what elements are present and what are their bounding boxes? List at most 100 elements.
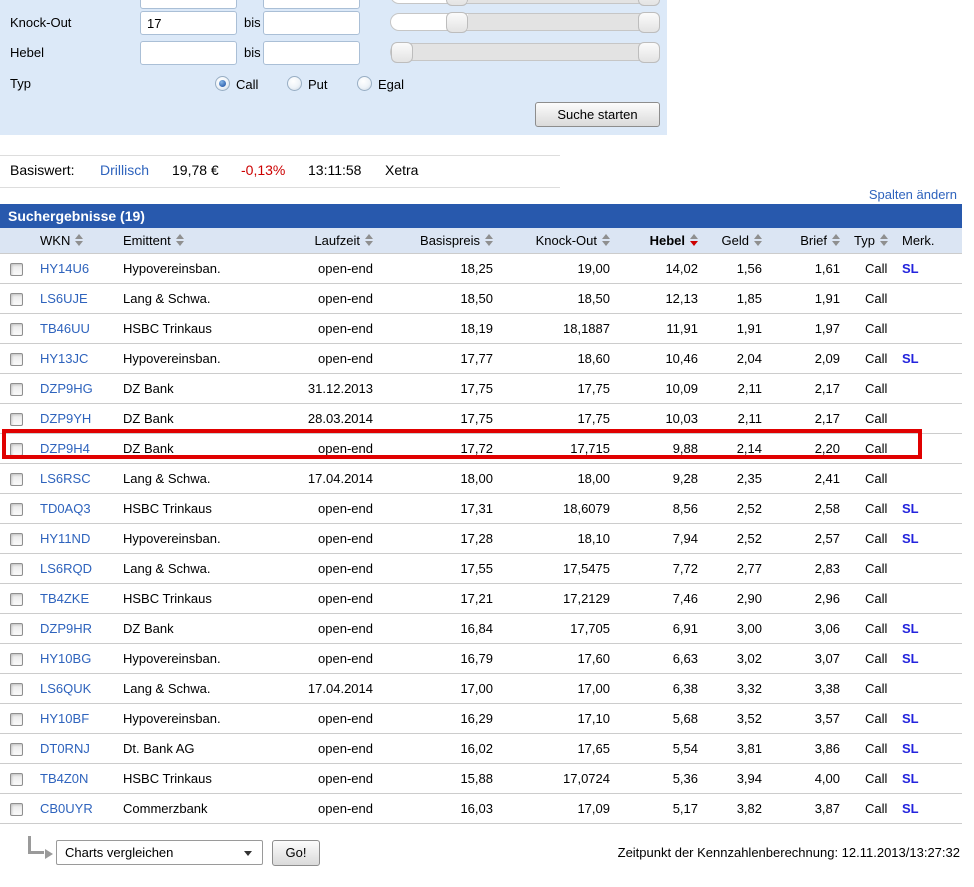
cell-geld: 3,82	[700, 793, 764, 823]
cell-wkn: TB46UU	[32, 313, 115, 343]
basiswert-link[interactable]: Drillisch	[100, 162, 149, 178]
cell-emittent: HSBC Trinkaus	[115, 493, 290, 523]
column-header-brief[interactable]: Brief	[764, 228, 842, 253]
wkn-link[interactable]: DZP9YH	[40, 411, 91, 426]
column-header-basispreis[interactable]: Basispreis	[375, 228, 495, 253]
spalten-aendern-link[interactable]: Spalten ändern	[869, 187, 957, 202]
column-header-emittent[interactable]: Emittent	[115, 228, 290, 253]
knockout-from-input[interactable]	[140, 11, 237, 35]
cell-laufzeit: open-end	[290, 283, 375, 313]
cutoff-input-from[interactable]	[140, 0, 237, 9]
row-checkbox[interactable]	[10, 263, 23, 276]
knockout-to-input[interactable]	[263, 11, 360, 35]
wkn-link[interactable]: TB4Z0N	[40, 771, 88, 786]
row-checkbox[interactable]	[10, 323, 23, 336]
cell-basispreis: 17,55	[375, 553, 495, 583]
row-checkbox[interactable]	[10, 503, 23, 516]
cell-hebel: 7,46	[612, 583, 700, 613]
slider-handle-left[interactable]	[391, 42, 413, 63]
cell-emittent: Hypovereinsban.	[115, 703, 290, 733]
cell-typ: Call	[842, 643, 898, 673]
wkn-link[interactable]: HY14U6	[40, 261, 89, 276]
row-checkbox[interactable]	[10, 293, 23, 306]
row-checkbox[interactable]	[10, 473, 23, 486]
row-checkbox[interactable]	[10, 653, 23, 666]
column-header-label: Merk.	[902, 233, 935, 248]
column-header-wkn[interactable]: WKN	[32, 228, 115, 253]
cell-brief: 2,20	[764, 433, 842, 463]
column-header-hebel[interactable]: Hebel	[612, 228, 700, 253]
cell-wkn: TD0AQ3	[32, 493, 115, 523]
wkn-link[interactable]: LS6UJE	[40, 291, 88, 306]
wkn-link[interactable]: DT0RNJ	[40, 741, 90, 756]
cell-merk	[898, 283, 962, 313]
typ-radio-egal[interactable]	[357, 76, 372, 91]
hebel-from-input[interactable]	[140, 41, 237, 65]
wkn-link[interactable]: DZP9HR	[40, 621, 92, 636]
cutoff-input-to[interactable]	[263, 0, 360, 9]
wkn-link[interactable]: TB4ZKE	[40, 591, 89, 606]
row-checkbox[interactable]	[10, 773, 23, 786]
column-header-typ[interactable]: Typ	[842, 228, 898, 253]
wkn-link[interactable]: TB46UU	[40, 321, 90, 336]
cell-check	[0, 733, 32, 763]
suche-starten-button[interactable]: Suche starten	[535, 102, 660, 127]
basiswert-time: 13:11:58	[308, 162, 361, 178]
slider-handle-right[interactable]	[638, 12, 660, 33]
cell-geld: 1,56	[700, 253, 764, 283]
wkn-link[interactable]: DZP9H4	[40, 441, 90, 456]
row-checkbox[interactable]	[10, 533, 23, 546]
row-checkbox[interactable]	[10, 413, 23, 426]
column-header-knockout[interactable]: Knock-Out	[495, 228, 612, 253]
row-checkbox[interactable]	[10, 353, 23, 366]
row-checkbox[interactable]	[10, 623, 23, 636]
cell-brief: 2,83	[764, 553, 842, 583]
wkn-link[interactable]: TD0AQ3	[40, 501, 91, 516]
row-checkbox[interactable]	[10, 443, 23, 456]
hebel-to-input[interactable]	[263, 41, 360, 65]
cell-brief: 4,00	[764, 763, 842, 793]
wkn-link[interactable]: LS6RQD	[40, 561, 92, 576]
slider-handle-left[interactable]	[446, 12, 468, 33]
cell-check	[0, 643, 32, 673]
column-header-geld[interactable]: Geld	[700, 228, 764, 253]
cell-merk	[898, 433, 962, 463]
cutoff-range-slider[interactable]	[390, 0, 660, 4]
kennzahlen-timestamp: Zeitpunkt der Kennzahlenberechnung: 12.1…	[618, 845, 960, 860]
wkn-link[interactable]: DZP9HG	[40, 381, 93, 396]
row-checkbox[interactable]	[10, 713, 23, 726]
stop-loss-badge: SL	[902, 501, 919, 516]
wkn-link[interactable]: CB0UYR	[40, 801, 93, 816]
sort-icon	[880, 234, 888, 246]
cell-merk	[898, 463, 962, 493]
wkn-link[interactable]: LS6RSC	[40, 471, 91, 486]
slider-handle-left[interactable]	[446, 0, 468, 6]
row-checkbox[interactable]	[10, 383, 23, 396]
row-checkbox[interactable]	[10, 593, 23, 606]
cell-typ: Call	[842, 763, 898, 793]
typ-radio-put[interactable]	[287, 76, 302, 91]
slider-handle-right[interactable]	[638, 42, 660, 63]
basiswert-label: Basiswert:	[10, 162, 75, 178]
hebel-range-slider[interactable]	[390, 43, 660, 61]
column-header-laufzeit[interactable]: Laufzeit	[290, 228, 375, 253]
result-row: HY13JCHypovereinsban.open-end17,7718,601…	[0, 343, 962, 373]
wkn-link[interactable]: HY10BF	[40, 711, 89, 726]
wkn-link[interactable]: HY13JC	[40, 351, 88, 366]
result-row: DZP9HGDZ Bank31.12.201317,7517,7510,092,…	[0, 373, 962, 403]
typ-radio-call[interactable]	[215, 76, 230, 91]
cell-merk	[898, 313, 962, 343]
row-checkbox[interactable]	[10, 803, 23, 816]
row-checkbox[interactable]	[10, 743, 23, 756]
wkn-link[interactable]: HY11ND	[40, 531, 90, 546]
slider-handle-right[interactable]	[638, 0, 660, 6]
wkn-link[interactable]: HY10BG	[40, 651, 91, 666]
wkn-link[interactable]: LS6QUK	[40, 681, 91, 696]
row-checkbox[interactable]	[10, 683, 23, 696]
go-button[interactable]: Go!	[272, 840, 320, 866]
row-checkbox[interactable]	[10, 563, 23, 576]
charts-action-select[interactable]: Charts vergleichen	[56, 840, 263, 865]
knockout-range-slider[interactable]	[390, 13, 660, 31]
cell-hebel: 11,91	[612, 313, 700, 343]
charts-action-select-value: Charts vergleichen	[65, 845, 173, 860]
